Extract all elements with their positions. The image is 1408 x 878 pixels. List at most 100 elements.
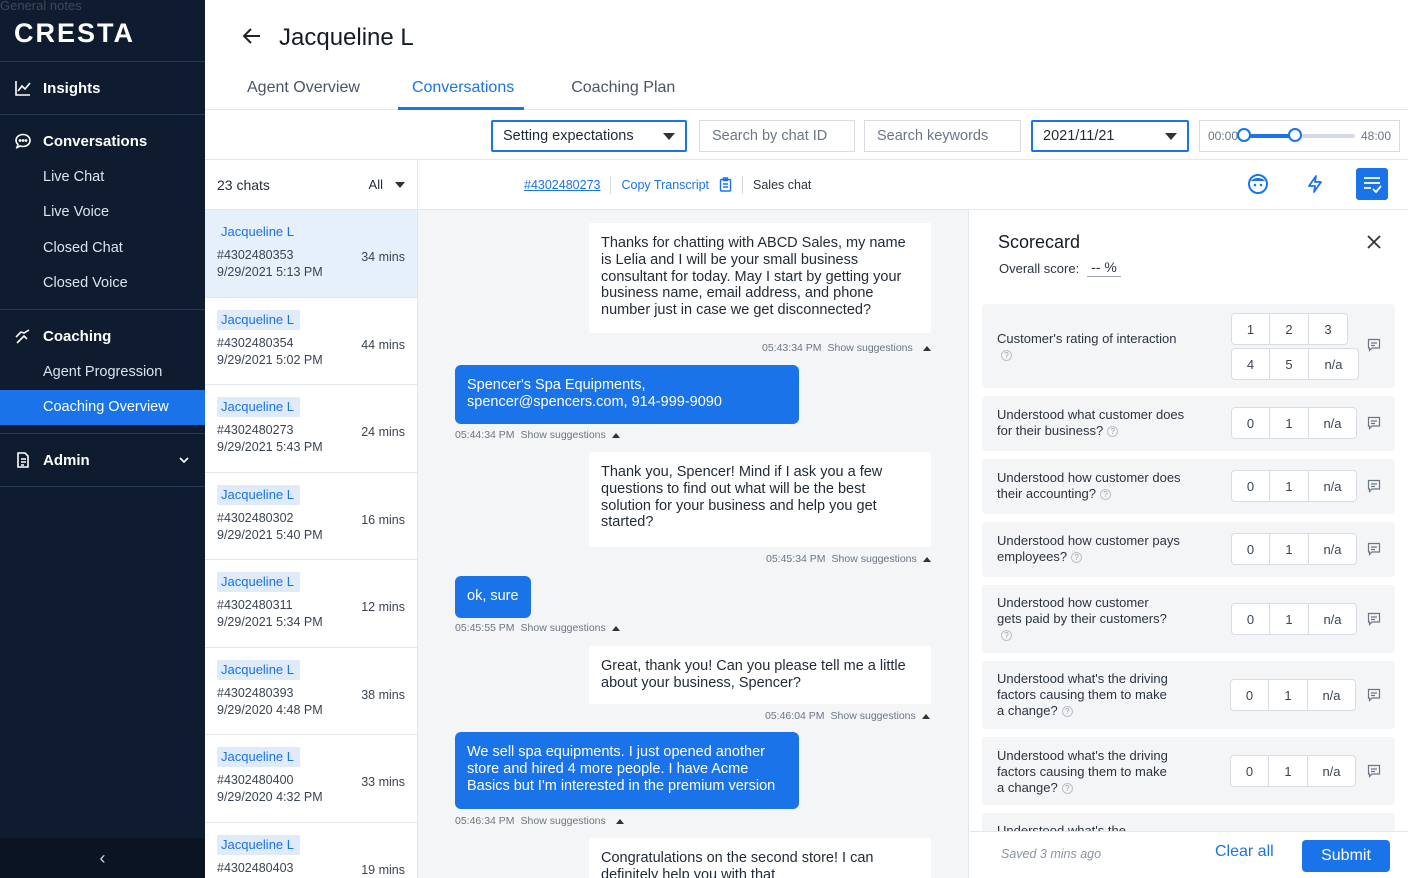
score-option[interactable]: n/a xyxy=(1308,470,1357,502)
score-option[interactable]: 0 xyxy=(1231,533,1270,565)
score-option[interactable]: 2 xyxy=(1269,313,1309,345)
help-icon[interactable]: ? xyxy=(1061,706,1073,718)
help-icon[interactable]: ? xyxy=(1001,350,1012,362)
chat-date: 9/29/2021 5:13 PM xyxy=(217,265,323,279)
nav-coaching-overview[interactable]: Coaching Overview xyxy=(0,389,205,425)
comment-icon[interactable] xyxy=(1367,764,1381,778)
back-arrow-icon[interactable] xyxy=(241,25,263,47)
help-icon[interactable]: ? xyxy=(1001,630,1012,642)
nav-coaching[interactable]: Coaching xyxy=(0,318,205,354)
chat-list-item[interactable]: Jacqueline L #4302480273 9/29/2021 5:43 … xyxy=(205,385,417,473)
help-icon[interactable]: ? xyxy=(1061,783,1073,795)
chat-list-item[interactable]: Jacqueline L #4302480353 9/29/2021 5:13 … xyxy=(205,210,417,298)
show-suggestions-link[interactable]: Show suggestions xyxy=(828,342,913,354)
show-suggestions-link[interactable]: Show suggestions xyxy=(521,815,606,827)
score-option[interactable]: n/a xyxy=(1307,679,1356,711)
show-suggestions-link[interactable]: Show suggestions xyxy=(832,553,917,565)
chat-list-item[interactable]: Jacqueline L #4302480354 9/29/2021 5:02 … xyxy=(205,298,417,385)
score-option[interactable]: 0 xyxy=(1231,470,1270,502)
scorecard-question: Understood how customer does their accou… xyxy=(982,459,1395,514)
time-range-slider[interactable]: 00:00 48:00 xyxy=(1199,120,1400,152)
agent-name-tag: Jacqueline L xyxy=(217,747,300,767)
nav-closed-voice[interactable]: Closed Voice xyxy=(0,266,205,302)
chat-list-item[interactable]: Jacqueline L #4302480311 9/29/2021 5:34 … xyxy=(205,560,417,648)
show-suggestions-link[interactable]: Show suggestions xyxy=(521,429,606,441)
chat-id-link[interactable]: #4302480273 xyxy=(524,178,600,192)
face-icon xyxy=(1248,174,1268,194)
submit-button[interactable]: Submit xyxy=(1302,840,1390,872)
score-option[interactable]: n/a xyxy=(1307,755,1356,787)
overall-score-value: -- % xyxy=(1087,259,1121,277)
chat-list-item[interactable]: Jacqueline L #4302480403 19 mins xyxy=(205,823,417,878)
nav-agent-progression[interactable]: Agent Progression xyxy=(0,354,205,390)
topic-select[interactable]: Setting expectations xyxy=(491,120,687,152)
score-option[interactable]: 0 xyxy=(1231,407,1270,439)
comment-icon[interactable] xyxy=(1367,612,1381,626)
comment-icon[interactable] xyxy=(1367,338,1381,352)
nav-live-voice[interactable]: Live Voice xyxy=(0,195,205,231)
score-option[interactable]: 1 xyxy=(1268,679,1308,711)
agent-message: Congratulations on the second store! I c… xyxy=(589,838,931,878)
show-suggestions-link[interactable]: Show suggestions xyxy=(831,710,916,722)
scorecard-toggle-button[interactable] xyxy=(1356,168,1388,200)
chat-date: 9/29/2021 5:40 PM xyxy=(217,527,323,542)
caret-down-icon xyxy=(663,132,675,140)
score-option[interactable]: n/a xyxy=(1308,348,1359,380)
scorecard-question: Understood how customer gets paid by the… xyxy=(982,585,1395,653)
help-icon[interactable]: ? xyxy=(1071,552,1083,564)
score-option[interactable]: 1 xyxy=(1231,313,1270,345)
tab-conversations[interactable]: Conversations xyxy=(397,70,525,110)
show-suggestions-link[interactable]: Show suggestions xyxy=(521,622,606,634)
agent-name-tag: Jacqueline L xyxy=(221,224,294,239)
chat-list-item[interactable]: Jacqueline L #4302480302 9/29/2021 5:40 … xyxy=(205,473,417,560)
checklist-icon xyxy=(1364,177,1382,194)
score-option[interactable]: n/a xyxy=(1308,533,1357,565)
close-icon[interactable] xyxy=(1366,234,1382,250)
slider-handle-end[interactable] xyxy=(1288,128,1303,142)
chat-filter-dropdown[interactable]: All xyxy=(369,177,405,192)
lightning-button[interactable] xyxy=(1299,168,1331,200)
nav-insights[interactable]: Insights xyxy=(0,70,205,106)
conversation-header: #4302480273 Copy Transcript Sales chat xyxy=(418,160,1408,210)
chat-duration: 19 mins xyxy=(361,862,405,877)
score-option[interactable]: 5 xyxy=(1269,348,1309,380)
chat-id-search-input[interactable]: Search by chat ID xyxy=(699,120,855,152)
help-icon[interactable]: ? xyxy=(1100,489,1112,501)
comment-icon[interactable] xyxy=(1367,479,1381,493)
score-option[interactable]: 0 xyxy=(1231,603,1270,635)
score-option[interactable]: 0 xyxy=(1230,755,1269,787)
agent-face-button[interactable] xyxy=(1242,168,1274,200)
chat-list-item[interactable]: Jacqueline L #4302480393 9/29/2020 4:48 … xyxy=(205,648,417,735)
nav-conversations[interactable]: Conversations xyxy=(0,123,205,159)
comment-icon[interactable] xyxy=(1367,542,1381,556)
message-meta: 05:45:34 PM Show suggestions xyxy=(766,553,931,565)
score-option[interactable]: 1 xyxy=(1269,407,1309,439)
slider-track[interactable] xyxy=(1237,128,1355,142)
slider-handle-start[interactable] xyxy=(1237,128,1252,142)
nav-closed-chat[interactable]: Closed Chat xyxy=(0,230,205,266)
comment-icon[interactable] xyxy=(1367,688,1381,702)
chat-list-item[interactable]: Jacqueline L #4302480400 9/29/2020 4:32 … xyxy=(205,735,417,823)
agent-name-tag: Jacqueline L xyxy=(217,572,300,592)
score-option[interactable]: 1 xyxy=(1269,533,1309,565)
help-icon[interactable]: ? xyxy=(1107,426,1119,438)
tab-agent-overview[interactable]: Agent Overview xyxy=(247,70,360,110)
score-option[interactable]: n/a xyxy=(1308,603,1357,635)
score-option[interactable]: 1 xyxy=(1268,755,1308,787)
tab-coaching-plan[interactable]: Coaching Plan xyxy=(571,70,675,110)
score-option[interactable]: 1 xyxy=(1269,603,1309,635)
score-option[interactable]: n/a xyxy=(1308,407,1357,439)
score-option[interactable]: 1 xyxy=(1269,470,1309,502)
date-select[interactable]: 2021/11/21 xyxy=(1031,120,1189,152)
score-option[interactable]: 3 xyxy=(1308,313,1348,345)
score-option[interactable]: 0 xyxy=(1230,679,1269,711)
collapse-sidebar-button[interactable]: ‹ xyxy=(0,838,205,878)
nav-admin[interactable]: Admin xyxy=(0,442,205,478)
clear-all-button[interactable]: Clear all xyxy=(1215,843,1274,861)
nav-live-chat[interactable]: Live Chat xyxy=(0,159,205,195)
message-meta: 05:46:34 PM Show suggestions xyxy=(455,815,624,827)
keywords-search-input[interactable]: Search keywords xyxy=(864,120,1021,152)
score-option[interactable]: 4 xyxy=(1231,348,1270,380)
comment-icon[interactable] xyxy=(1367,416,1381,430)
copy-transcript-button[interactable]: Copy Transcript xyxy=(621,177,732,192)
